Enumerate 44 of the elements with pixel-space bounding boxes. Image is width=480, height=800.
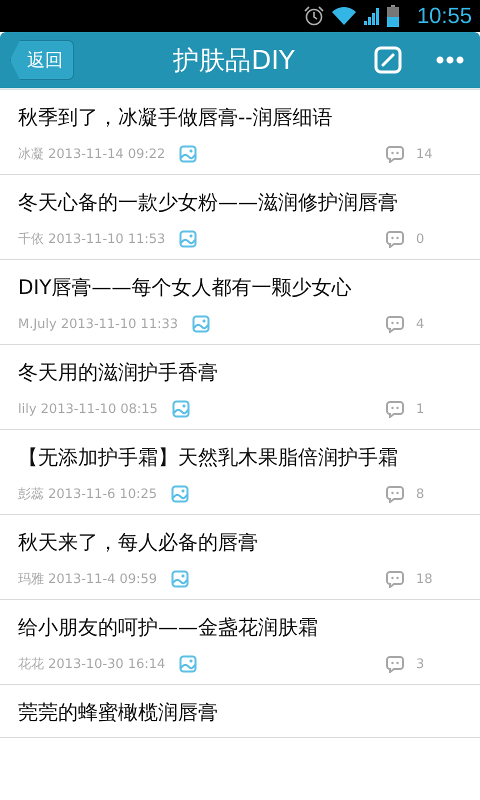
comment-count: 3 [415, 656, 426, 672]
post-title[interactable]: 秋季到了，冰凝手做唇膏--润唇细语 [18, 102, 462, 132]
image-icon [171, 485, 190, 503]
comment-count: 4 [415, 316, 426, 332]
edit-icon[interactable] [374, 46, 402, 74]
post-title[interactable]: 给小朋友的呵护——金盏花润肤霜 [18, 612, 462, 642]
post-title[interactable]: 【无添加护手霜】天然乳木果脂倍润护手霜 [18, 442, 462, 472]
comment-icon [386, 315, 404, 333]
post-author-date: M.July 2013-11-10 11:33 [18, 316, 178, 332]
comment-count: 8 [415, 486, 426, 502]
post-title[interactable]: 莞莞的蜂蜜橄榄润唇膏 [18, 697, 462, 727]
image-icon [171, 570, 190, 588]
comment-count: 18 [415, 572, 434, 586]
post-title[interactable]: 秋天来了，每人必备的唇膏 [18, 527, 462, 557]
post-title[interactable]: DIY唇膏——每个女人都有一颗少女心 [18, 272, 462, 302]
comment-count: 0 [415, 232, 426, 246]
comment-icon [386, 655, 404, 673]
post-author-date: 玛雅 2013-11-4 09:59 [18, 571, 158, 588]
post-author-date: 冰凝 2013-11-14 09:22 [18, 146, 166, 163]
image-icon [172, 400, 190, 418]
alarm-icon [302, 5, 325, 27]
post-title[interactable]: 冬天用的滋润护手香膏 [18, 357, 462, 387]
more-icon[interactable] [436, 56, 464, 64]
post-author-date: 彭蕊 2013-11-6 10:25 [18, 486, 158, 503]
page-title: 护肤品DIY [172, 44, 296, 78]
clock-time: 10:55 [416, 3, 472, 29]
image-icon [179, 145, 198, 163]
comment-icon [386, 400, 404, 418]
wifi-icon [330, 6, 357, 26]
post-author-date: lily 2013-11-10 08:15 [18, 402, 158, 416]
post-title[interactable]: 冬天心备的一款少女粉——滋润修护润唇膏 [18, 187, 462, 217]
post-author-date: 花花 2013-10-30 16:14 [18, 656, 166, 673]
signal-icon [362, 6, 381, 26]
comment-count: 1 [415, 402, 426, 416]
image-icon [192, 315, 210, 333]
battery-icon [386, 5, 399, 27]
comment-count: 14 [415, 146, 434, 162]
comment-icon [386, 230, 404, 248]
comment-icon [386, 145, 404, 163]
comment-icon [386, 570, 404, 588]
image-icon [179, 230, 198, 248]
post-author-date: 千依 2013-11-10 11:53 [18, 231, 166, 248]
image-icon [179, 655, 198, 673]
comment-icon [386, 485, 404, 503]
